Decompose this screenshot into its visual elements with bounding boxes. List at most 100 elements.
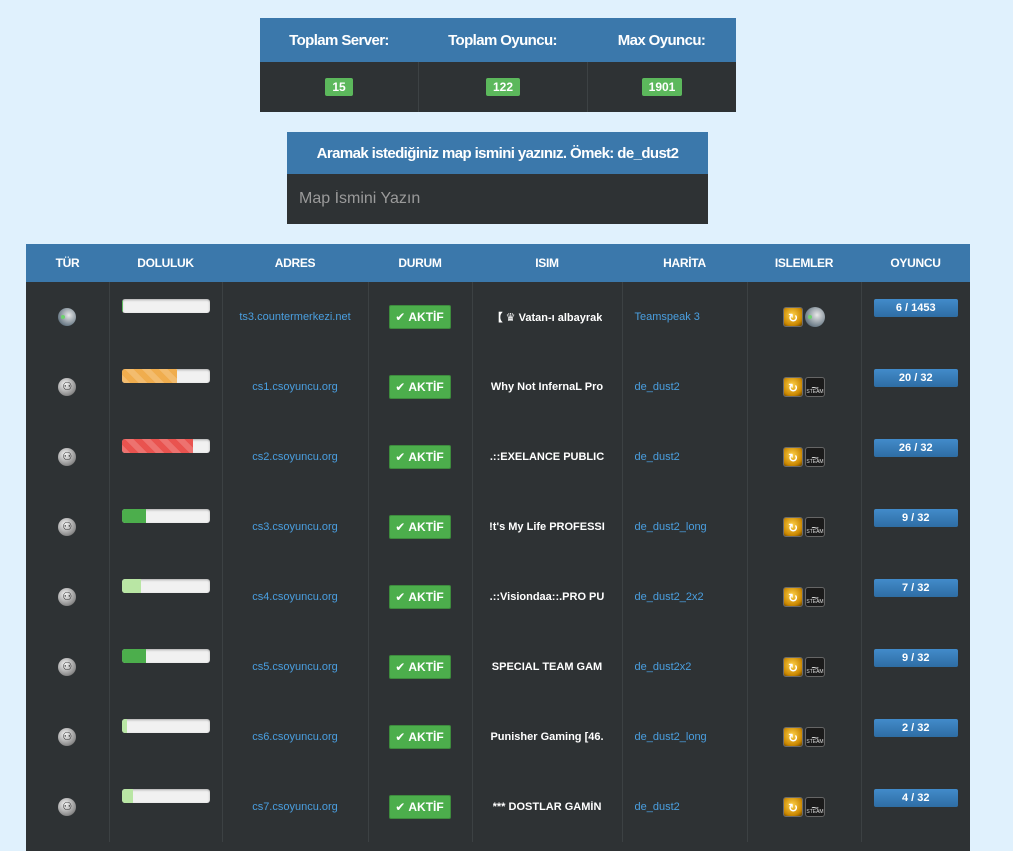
map-search-title: Aramak istediğiniz map ismini yazınız. Ö… (287, 132, 708, 174)
map-link[interactable]: de_dust2 (623, 801, 747, 813)
counter-strike-icon: ⚇ (58, 798, 77, 816)
player-count-button[interactable]: 9 / 32 (873, 649, 958, 667)
map-link[interactable]: de_dust2 (623, 381, 747, 393)
server-name: 【 ♛ Vatan-ı albayrak (491, 312, 603, 324)
server-table: TÜR DOLULUK ADRES DURUM ISIM HARİTA ISLE… (26, 244, 970, 851)
max-players-badge: 1901 (641, 78, 683, 96)
table-row: ⚇ cs3.csoyuncu.org ✔ AKTİF !t's My Life P… (26, 492, 970, 562)
occupancy-bar (121, 789, 210, 803)
status-label: AKTİF (408, 380, 444, 394)
stats-values: 15 122 1901 (260, 62, 736, 112)
status-label: AKTİF (408, 310, 444, 324)
map-link[interactable]: de_dust2_long (623, 731, 747, 743)
occupancy-bar (121, 369, 210, 383)
counter-strike-icon: ⚇ (58, 588, 77, 606)
counter-strike-icon: ⚇ (58, 378, 77, 396)
player-count-button[interactable]: 26 / 32 (873, 439, 958, 457)
server-address-link[interactable]: cs5.csoyuncu.org (252, 661, 338, 673)
map-link[interactable]: de_dust2 (623, 451, 747, 463)
column-map[interactable]: HARİTA (622, 244, 747, 282)
steam-icon[interactable]: STEAM (805, 794, 825, 822)
steam-icon[interactable]: STEAM (805, 444, 825, 472)
map-link[interactable]: de_dust2x2 (623, 661, 747, 673)
steam-icon[interactable]: STEAM (805, 654, 825, 682)
map-link[interactable]: Teamspeak 3 (623, 311, 747, 323)
steam-icon[interactable]: STEAM (805, 514, 825, 542)
status-label: AKTİF (408, 590, 444, 604)
hlsw-icon[interactable]: ↻ (783, 797, 803, 817)
table-header-row: TÜR DOLULUK ADRES DURUM ISIM HARİTA ISLE… (26, 244, 970, 282)
player-count-button[interactable]: 7 / 32 (873, 579, 958, 597)
player-count-button[interactable]: 4 / 32 (873, 789, 958, 807)
column-players[interactable]: OYUNCU (861, 244, 970, 282)
map-search-input[interactable] (287, 174, 708, 224)
action-icons: ↻STEAM (783, 374, 825, 402)
server-address-link[interactable]: cs3.csoyuncu.org (252, 521, 338, 533)
player-count-button[interactable]: 20 / 32 (873, 369, 958, 387)
action-icons: ↻STEAM (783, 444, 825, 472)
hlsw-icon[interactable]: ↻ (783, 307, 803, 327)
server-address-link[interactable]: cs4.csoyuncu.org (252, 591, 338, 603)
server-address-link[interactable]: cs1.csoyuncu.org (252, 381, 338, 393)
action-icons: ↻STEAM (783, 654, 825, 682)
steam-icon[interactable]: STEAM (805, 374, 825, 402)
column-actions[interactable]: ISLEMLER (747, 244, 861, 282)
counter-strike-icon: ⚇ (58, 518, 77, 536)
status-label: AKTİF (408, 730, 444, 744)
hlsw-icon[interactable]: ↻ (783, 587, 803, 607)
steam-icon[interactable]: STEAM (805, 584, 825, 612)
column-occupancy[interactable]: DOLULUK (109, 244, 222, 282)
teamspeak-icon[interactable] (805, 307, 825, 327)
hlsw-icon[interactable]: ↻ (783, 657, 803, 677)
total-servers-cell: 15 (260, 62, 419, 112)
teamspeak-icon (58, 308, 77, 326)
column-status[interactable]: DURUM (368, 244, 472, 282)
occupancy-fill (121, 719, 127, 733)
table-row: ⚇ cs6.csoyuncu.org ✔ AKTİF Punisher Gamin… (26, 702, 970, 772)
hlsw-icon[interactable]: ↻ (783, 447, 803, 467)
check-icon: ✔ (395, 590, 406, 604)
column-type[interactable]: TÜR (26, 244, 109, 282)
total-players-cell: 122 (419, 62, 588, 112)
occupancy-fill (121, 369, 177, 383)
map-link[interactable]: de_dust2_long (623, 521, 747, 533)
hlsw-icon[interactable]: ↻ (783, 727, 803, 747)
status-label: AKTİF (408, 450, 444, 464)
server-address-link[interactable]: cs2.csoyuncu.org (252, 451, 338, 463)
status-badge: ✔ AKTİF (389, 585, 451, 609)
map-link[interactable]: de_dust2_2x2 (623, 591, 747, 603)
table-row: ⚇ cs2.csoyuncu.org ✔ AKTİF .::EXELANCE PU… (26, 422, 970, 492)
check-icon: ✔ (395, 310, 406, 324)
occupancy-fill (121, 789, 133, 803)
server-address-link[interactable]: ts3.countermerkezi.net (239, 311, 350, 323)
occupancy-bar (121, 579, 210, 593)
total-players-badge: 122 (485, 78, 521, 96)
server-name: .::EXELANCE PUBLIC (489, 451, 605, 463)
player-count-button[interactable]: 2 / 32 (873, 719, 958, 737)
check-icon: ✔ (395, 520, 406, 534)
counter-strike-icon: ⚇ (58, 658, 77, 676)
total-servers-label: Toplam Server: (289, 31, 389, 49)
occupancy-bar (121, 719, 210, 733)
table-row: ⚇ cs7.csoyuncu.org ✔ AKTİF *** DOSTLAR GA… (26, 772, 970, 842)
server-address-link[interactable]: cs7.csoyuncu.org (252, 801, 338, 813)
max-players-label: Max Oyuncu: (617, 31, 706, 49)
column-name[interactable]: ISIM (472, 244, 622, 282)
hlsw-icon[interactable]: ↻ (783, 377, 803, 397)
steam-icon[interactable]: STEAM (805, 724, 825, 752)
occupancy-fill (121, 439, 193, 453)
player-count-button[interactable]: 6 / 1453 (873, 299, 958, 317)
status-badge: ✔ AKTİF (389, 375, 451, 399)
status-label: AKTİF (408, 660, 444, 674)
hlsw-icon[interactable]: ↻ (783, 517, 803, 537)
stats-panel: Toplam Server: Toplam Oyuncu: Max Oyuncu… (260, 18, 736, 112)
server-address-link[interactable]: cs6.csoyuncu.org (252, 731, 338, 743)
status-badge: ✔ AKTİF (389, 655, 451, 679)
server-name: SPECIAL TEAM GAM (491, 661, 603, 673)
server-name: Punisher Gaming [46. (490, 731, 604, 743)
action-icons: ↻STEAM (783, 794, 825, 822)
table-row: ts3.countermerkezi.net ✔ AKTİF 【 ♛ Vatan-… (26, 282, 970, 352)
player-count-button[interactable]: 9 / 32 (873, 509, 958, 527)
status-label: AKTİF (408, 800, 444, 814)
column-address[interactable]: ADRES (222, 244, 368, 282)
